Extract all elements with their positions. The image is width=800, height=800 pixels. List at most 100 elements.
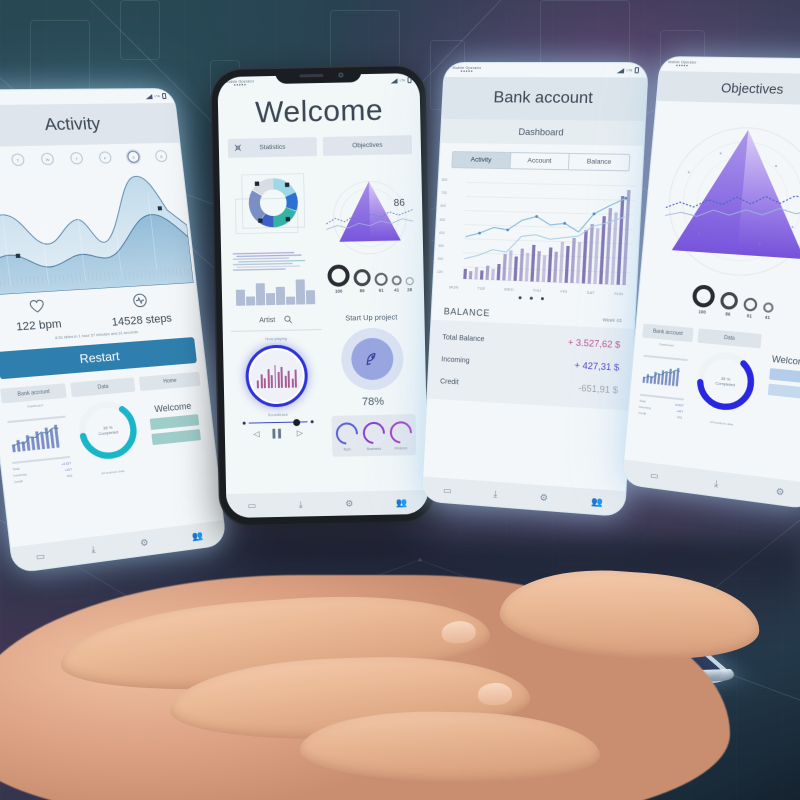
ring-value: 41 bbox=[392, 287, 402, 292]
category-ring-business[interactable]: Business bbox=[362, 422, 385, 451]
welcome-bar bbox=[769, 368, 800, 383]
week-label: Week 43 bbox=[603, 317, 622, 323]
bottom-nav[interactable]: ▭ ⤓ ⚙ 👥 bbox=[226, 490, 428, 518]
search-icon[interactable] bbox=[283, 315, 292, 326]
phone-screen-bank-account[interactable]: Mobile Operator ●●●●● LTE Bank account D… bbox=[421, 62, 649, 517]
ring-indicator-28: 28 bbox=[405, 277, 413, 292]
card-body: 35 % Completed All locations data bbox=[689, 347, 760, 446]
next-icon[interactable]: ▷ bbox=[297, 428, 303, 437]
ring-glyph bbox=[720, 291, 739, 310]
download-icon[interactable]: ⤓ bbox=[493, 488, 498, 499]
rocket-progress[interactable] bbox=[340, 328, 403, 391]
album-art[interactable] bbox=[245, 344, 308, 407]
speaker-icon bbox=[299, 74, 323, 78]
card-welcome[interactable]: Welcome bbox=[756, 334, 800, 459]
bar bbox=[525, 253, 530, 282]
card-home[interactable]: Home Welcome bbox=[139, 372, 213, 497]
page-title: Welcome bbox=[218, 93, 421, 131]
bar bbox=[593, 228, 599, 284]
chat-icon[interactable]: ▭ bbox=[35, 550, 45, 563]
tab-activity[interactable]: Activity bbox=[452, 152, 511, 168]
settings-icon[interactable]: ⚙ bbox=[140, 537, 149, 549]
day-button-1[interactable]: T bbox=[11, 153, 25, 166]
card-title: Bank account bbox=[0, 383, 67, 403]
segmented-tabs[interactable]: Activity Account Balance bbox=[451, 151, 630, 171]
bar bbox=[469, 271, 473, 279]
player-controls[interactable]: ◁ ▌▌ ▷ bbox=[233, 423, 324, 439]
prev-icon[interactable]: ◁ bbox=[253, 429, 259, 438]
balance-label: Credit bbox=[440, 378, 459, 386]
card-body: Welcome bbox=[757, 353, 800, 452]
group-icon[interactable]: 👥 bbox=[591, 496, 603, 508]
chat-icon[interactable]: ▭ bbox=[650, 469, 659, 481]
download-icon[interactable]: ⤓ bbox=[299, 499, 303, 510]
balance-list: Total Balance + 3.527,62 $ Incoming + 427,3… bbox=[427, 319, 634, 410]
dashboard-sections: 86 100 86 61 41 28 bbox=[219, 154, 424, 306]
card-body: 35 % Completed All locations data bbox=[72, 396, 146, 495]
artist-row[interactable]: Artist bbox=[230, 314, 321, 332]
steps-value: 14528 steps bbox=[111, 312, 172, 328]
settings-icon[interactable]: ⚙ bbox=[345, 498, 353, 509]
fingernail bbox=[441, 620, 476, 644]
signal-icon bbox=[617, 68, 625, 73]
y-tick: 800 bbox=[442, 178, 448, 182]
tab-balance[interactable]: Balance bbox=[569, 154, 629, 170]
carrier-info: Mobile Operator ●●●●● bbox=[668, 60, 697, 69]
group-icon[interactable]: 👥 bbox=[191, 529, 203, 541]
card-data[interactable]: Data 35 % Completed All locations data bbox=[70, 377, 147, 504]
pause-icon[interactable]: ▌▌ bbox=[272, 429, 284, 438]
group-icon[interactable]: 👥 bbox=[396, 497, 407, 508]
bar bbox=[565, 246, 570, 283]
ring-glyph bbox=[391, 275, 401, 285]
tab-bar[interactable]: Statistics Objectives bbox=[219, 127, 422, 158]
completion-donut: 35 % Completed bbox=[691, 347, 760, 417]
network-label: LTE bbox=[626, 68, 632, 72]
ring-glyph bbox=[331, 418, 362, 449]
chat-icon[interactable]: ▭ bbox=[443, 485, 452, 497]
day-button-4[interactable]: F bbox=[98, 151, 112, 163]
signal-dots: ●●●●● bbox=[226, 84, 255, 89]
ring-glyph bbox=[743, 297, 758, 311]
settings-icon[interactable]: ⚙ bbox=[775, 486, 785, 499]
category-ring-finance[interactable]: Finance bbox=[389, 422, 412, 451]
day-button-5[interactable]: S bbox=[127, 151, 140, 163]
mini-card-row: Bank account Dashboard Total +3.527 Inco… bbox=[626, 309, 800, 461]
scene-root: Mobile Operator ●●●●● LTE Activity bbox=[0, 0, 800, 800]
bar bbox=[463, 269, 467, 279]
balance-title: BALANCE bbox=[444, 306, 491, 318]
settings-icon[interactable]: ⚙ bbox=[539, 492, 548, 504]
download-icon[interactable]: ⤓ bbox=[714, 478, 719, 490]
activity-area-chart bbox=[0, 164, 194, 296]
carrier-info: Mobile Operator ●●●●● bbox=[452, 66, 481, 74]
dashboard-subtitle: Dashboard bbox=[441, 119, 645, 146]
download-icon[interactable]: ⤓ bbox=[91, 543, 96, 555]
phone-screen-welcome[interactable]: Mobile Operator ●●●●● LTE Welcome Statis… bbox=[211, 66, 434, 525]
balance-value: -651,91 $ bbox=[578, 382, 618, 395]
card-bank-account[interactable]: Bank account Dashboard Total +3.527 Inco… bbox=[633, 324, 694, 445]
tab-account[interactable]: Account bbox=[510, 153, 570, 169]
tab-objectives[interactable]: Objectives bbox=[323, 135, 412, 156]
music-player: Artist Now playing Soundtrack ◁ ▌▌ ▷ bbox=[230, 314, 323, 459]
category-ring-tech[interactable]: Tech bbox=[335, 423, 358, 452]
startup-project: Start Up project 78% Tech Business Finance bbox=[326, 312, 419, 457]
status-icons: LTE bbox=[391, 77, 412, 83]
day-button-6[interactable]: S bbox=[155, 150, 168, 162]
day-button-2[interactable]: W bbox=[40, 153, 54, 166]
bar bbox=[508, 250, 513, 280]
artist-label: Artist bbox=[259, 317, 275, 324]
y-tick: 200 bbox=[438, 257, 444, 261]
card-title: Data bbox=[70, 377, 135, 397]
card-bank-account[interactable]: Bank account Dashboard Total +3.527 Inco… bbox=[0, 383, 79, 513]
card-footnote: All locations data bbox=[81, 467, 145, 478]
rocket-icon bbox=[351, 338, 394, 381]
card-data[interactable]: Data 35 % Completed All locations data bbox=[688, 328, 762, 452]
bar bbox=[587, 224, 593, 284]
day-button-3[interactable]: T bbox=[70, 152, 84, 165]
completion-text: Completed bbox=[715, 380, 735, 387]
chat-icon[interactable]: ▭ bbox=[248, 500, 257, 511]
bar bbox=[480, 270, 484, 279]
y-tick: 500 bbox=[440, 217, 446, 221]
card-body: Total +3.527 Incoming +427 Credit -651 bbox=[633, 349, 691, 445]
tab-statistics[interactable]: Statistics bbox=[228, 137, 317, 158]
balance-label: Incoming bbox=[441, 356, 470, 365]
